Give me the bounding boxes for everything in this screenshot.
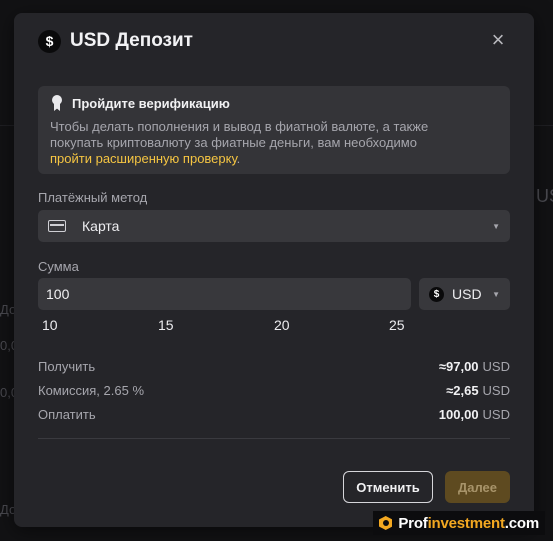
summary-pay-row: Оплатить 100,00 USD (38, 407, 510, 425)
watermark-logo: Profinvestment.com (373, 511, 545, 535)
modal-header: $ USD Депозит × (38, 29, 510, 53)
verification-text-line: покупать криптовалюту за фиатные деньги,… (50, 135, 417, 150)
amount-input[interactable] (38, 278, 411, 310)
receive-label: Получить (38, 359, 96, 374)
dollar-circle-icon: $ (38, 29, 61, 53)
summary-commission-row: Комиссия, 2.65 % ≈2,65 USD (38, 383, 510, 401)
quick-amount-25[interactable]: 25 (389, 317, 405, 333)
verification-header: Пройдите верификацию (50, 95, 498, 111)
hexagon-logo-icon (379, 516, 393, 530)
verification-text-end: . (236, 151, 241, 166)
verification-text: Чтобы делать пополнения и вывод в фиатно… (50, 119, 498, 167)
close-icon[interactable]: × (486, 29, 510, 53)
pay-value: 100,00 (438, 407, 479, 422)
payment-method-label: Платёжный метод (38, 190, 148, 205)
dollar-circle-icon: $ (429, 286, 444, 302)
commission-value: ≈2,65 (446, 383, 479, 398)
medal-icon (50, 95, 64, 111)
modal-title: USD Депозит (70, 30, 193, 51)
currency-code: USD (482, 383, 510, 398)
payment-method-value: Карта (82, 218, 120, 234)
quick-amount-15[interactable]: 15 (158, 317, 174, 333)
payment-method-select[interactable]: Карта ▼ (38, 210, 510, 242)
receive-value: ≈97,00 (438, 359, 479, 374)
background-text: US (536, 186, 553, 206)
verification-text-line: Чтобы делать пополнения и вывод в фиатно… (50, 119, 429, 134)
currency-value: USD (452, 286, 482, 302)
currency-select[interactable]: $ USD ▼ (419, 278, 510, 310)
deposit-modal: $ USD Депозит × Пройдите верификацию Что… (14, 13, 534, 527)
commission-label: Комиссия, 2.65 % (38, 383, 144, 398)
next-button[interactable]: Далее (445, 471, 510, 503)
chevron-down-icon: ▼ (492, 221, 500, 231)
divider (38, 438, 510, 439)
amount-label: Сумма (38, 259, 79, 274)
verification-link[interactable]: пройти расширенную проверку (50, 151, 237, 166)
currency-code: USD (482, 359, 510, 374)
verification-notice: Пройдите верификацию Чтобы делать пополн… (38, 86, 510, 174)
summary-receive-row: Получить ≈97,00 USD (38, 359, 510, 377)
verification-title: Пройдите верификацию (72, 95, 230, 111)
quick-amount-20[interactable]: 20 (274, 317, 290, 333)
quick-amount-10[interactable]: 10 (42, 317, 58, 333)
chevron-down-icon: ▼ (492, 289, 500, 299)
currency-code: USD (482, 407, 510, 422)
card-icon (48, 220, 66, 232)
cancel-button[interactable]: Отменить (343, 471, 433, 503)
watermark-text: Profinvestment.com (398, 514, 539, 532)
pay-label: Оплатить (38, 407, 96, 422)
